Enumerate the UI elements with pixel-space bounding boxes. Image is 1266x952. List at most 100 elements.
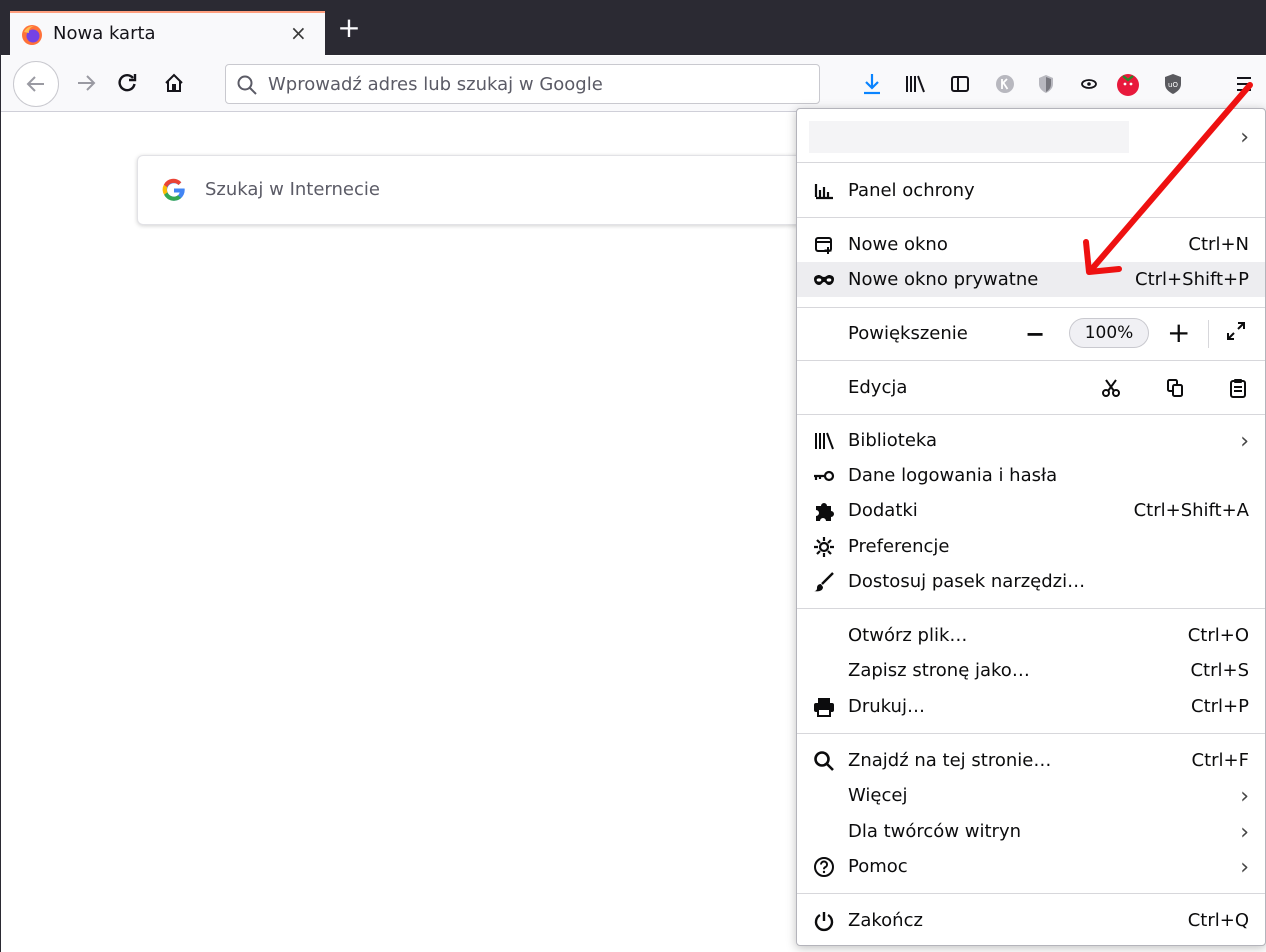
paste-button[interactable]: [1224, 374, 1252, 402]
scissors-icon: [1102, 379, 1120, 397]
reload-icon: [118, 73, 137, 92]
chevron-right-icon: ›: [1240, 125, 1249, 150]
search-icon: [237, 75, 257, 95]
eye-icon: [1081, 79, 1097, 89]
private-mask-icon: [813, 269, 835, 291]
url-bar[interactable]: Wprowadź adres lub szukaj w Google: [225, 64, 820, 104]
firefox-icon: [22, 25, 42, 45]
menu-item-shortcut: Ctrl+P: [1191, 696, 1249, 717]
power-icon: [813, 910, 835, 932]
menu-item-open-file[interactable]: Otwórz plik… Ctrl+O: [797, 618, 1265, 653]
extension-ublock-button[interactable]: uO: [1158, 69, 1188, 99]
tomato-icon: [1117, 74, 1139, 96]
search-icon: [813, 750, 835, 772]
library-button[interactable]: [900, 69, 930, 99]
menu-item-quit[interactable]: Zakończ Ctrl+Q: [797, 903, 1265, 938]
menu-item-label: Zakończ: [848, 910, 923, 931]
menu-separator: [797, 893, 1265, 894]
reload-button[interactable]: [110, 66, 144, 100]
svg-text:uO: uO: [1168, 81, 1178, 89]
brush-icon: [813, 571, 835, 593]
menu-item-shortcut: Ctrl+Q: [1187, 910, 1249, 931]
menu-item-label: Preferencje: [848, 536, 950, 557]
search-placeholder: Szukaj w Internecie: [205, 179, 380, 200]
library-icon: [813, 430, 835, 452]
account-placeholder: [809, 121, 1129, 153]
chevron-right-icon: ›: [1240, 784, 1249, 809]
menu-item-label: Nowe okno prywatne: [848, 269, 1039, 290]
menu-item-find[interactable]: Znajdź na tej stronie… Ctrl+F: [797, 743, 1265, 778]
download-icon: [864, 74, 880, 95]
google-icon: [162, 178, 185, 201]
shield-icon: [1039, 75, 1053, 93]
home-button[interactable]: [157, 66, 191, 100]
menu-item-library[interactable]: Biblioteka ›: [797, 423, 1265, 458]
menu-item-label: Drukuj…: [848, 696, 925, 717]
extension-k-button[interactable]: [990, 69, 1020, 99]
menu-item-shortcut: Ctrl+Shift+P: [1135, 269, 1249, 290]
downloads-button[interactable]: [857, 69, 887, 99]
menu-item-web-developer[interactable]: Dla twórców witryn ›: [797, 814, 1265, 849]
menu-item-preferences[interactable]: Preferencje: [797, 529, 1265, 564]
zoom-in-button[interactable]: +: [1167, 316, 1190, 349]
menu-item-zoom: Powiększenie − 100% +: [797, 316, 1265, 351]
chart-bars-icon: [813, 180, 835, 202]
menu-separator: [797, 307, 1265, 308]
menu-item-new-window[interactable]: Nowe okno Ctrl+N: [797, 227, 1265, 262]
menu-item-customize[interactable]: Dostosuj pasek narzędzi…: [797, 564, 1265, 599]
menu-item-print[interactable]: Drukuj… Ctrl+P: [797, 689, 1265, 724]
menu-item-shortcut: Ctrl+N: [1188, 234, 1249, 255]
help-icon: [813, 856, 835, 878]
menu-item-label: Więcej: [848, 785, 908, 806]
menu-item-shortcut: Ctrl+Shift+A: [1133, 500, 1249, 521]
fullscreen-button[interactable]: [1225, 320, 1247, 346]
zoom-out-button[interactable]: −: [1025, 320, 1045, 348]
menu-item-addons[interactable]: Dodatki Ctrl+Shift+A: [797, 493, 1265, 528]
menu-item-more[interactable]: Więcej ›: [797, 778, 1265, 813]
menu-item-help[interactable]: Pomoc ›: [797, 849, 1265, 884]
menu-item-shortcut: Ctrl+S: [1190, 660, 1249, 681]
sidebar-icon: [951, 76, 969, 92]
forward-button[interactable]: [69, 66, 103, 100]
gear-icon: [813, 536, 835, 558]
menu-separator: [797, 162, 1265, 163]
menu-separator: [797, 360, 1265, 361]
navigation-toolbar: Wprowadź adres lub szukaj w Google uO: [1, 56, 1266, 112]
app-menu-button[interactable]: [1229, 69, 1259, 99]
menu-item-label: Znajdź na tej stronie…: [848, 750, 1052, 771]
menu-item-shortcut: Ctrl+F: [1191, 750, 1249, 771]
menu-item-save-page[interactable]: Zapisz stronę jako… Ctrl+S: [797, 653, 1265, 688]
menu-item-label: Biblioteka: [848, 430, 938, 451]
chevron-right-icon: ›: [1240, 855, 1249, 880]
tab-new-tab[interactable]: Nowa karta ×: [10, 11, 325, 57]
menu-item-label: Zapisz stronę jako…: [848, 660, 1030, 681]
menu-item-label: Dane logowania i hasła: [848, 465, 1058, 486]
extension-tomato-button[interactable]: [1113, 69, 1143, 99]
home-icon: [165, 73, 183, 92]
new-tab-button[interactable]: +: [334, 14, 364, 45]
extension-eye-button[interactable]: [1074, 69, 1104, 99]
copy-button[interactable]: [1161, 374, 1189, 402]
menu-item-logins[interactable]: Dane logowania i hasła: [797, 458, 1265, 493]
google-search-box[interactable]: Szukaj w Internecie: [137, 155, 817, 225]
menu-item-protection-panel[interactable]: Panel ochrony: [797, 173, 1265, 208]
cut-button[interactable]: [1097, 374, 1125, 402]
account-row[interactable]: ›: [797, 115, 1265, 159]
menu-item-shortcut: Ctrl+O: [1187, 625, 1249, 646]
menu-item-edit: Edycja: [797, 370, 1265, 405]
back-button[interactable]: [13, 61, 59, 107]
menu-item-label: Powiększenie: [848, 323, 968, 344]
tab-close-button[interactable]: ×: [290, 21, 307, 45]
sidebar-button[interactable]: [945, 69, 975, 99]
zoom-reset-button[interactable]: 100%: [1069, 318, 1149, 348]
new-window-icon: [813, 234, 835, 256]
clipboard-icon: [1230, 379, 1246, 398]
ublock-icon: uO: [1165, 74, 1181, 94]
url-placeholder: Wprowadź adres lub szukaj w Google: [268, 74, 603, 95]
extension-shield-button[interactable]: [1031, 69, 1061, 99]
menu-item-label: Dostosuj pasek narzędzi…: [848, 571, 1086, 592]
key-icon: [813, 465, 835, 487]
puzzle-icon: [813, 500, 835, 522]
menu-item-new-private-window[interactable]: Nowe okno prywatne Ctrl+Shift+P: [797, 262, 1265, 297]
hamburger-menu-icon: [1237, 77, 1251, 91]
